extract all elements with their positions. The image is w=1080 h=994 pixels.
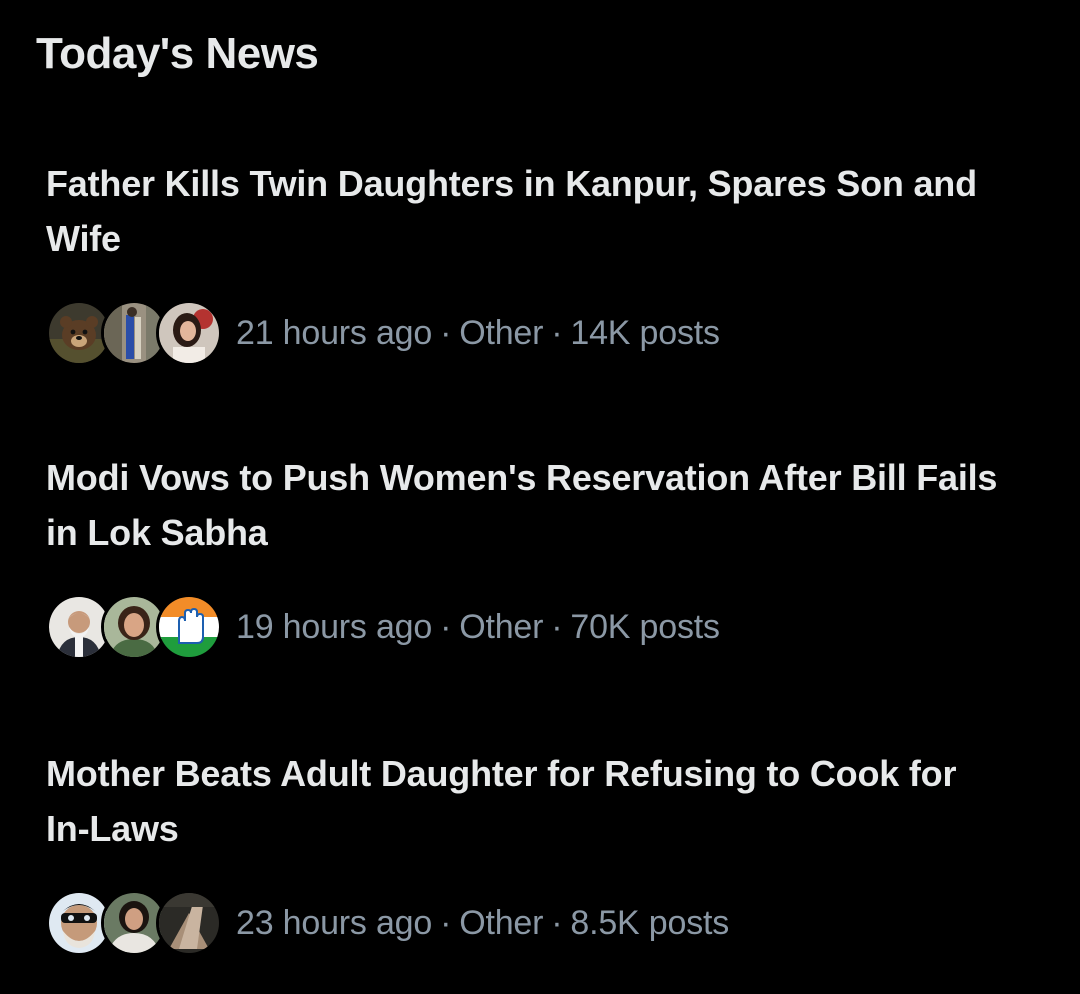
separator: · xyxy=(440,313,452,352)
post-count: 8.5K posts xyxy=(570,903,730,942)
time-ago: 21 hours ago xyxy=(236,313,433,352)
hand-logo-avatar xyxy=(156,594,222,660)
news-item[interactable]: Modi Vows to Push Women's Reservation Af… xyxy=(46,450,1006,660)
news-meta: 23 hours ago · Other · 8.5K posts xyxy=(46,890,1006,956)
news-meta-text: 19 hours ago · Other · 70K posts xyxy=(236,608,720,647)
separator: · xyxy=(551,607,563,646)
separator: · xyxy=(551,903,563,942)
section-title: Today's News xyxy=(36,29,319,78)
category: Other xyxy=(459,313,544,352)
woman-avatar xyxy=(156,300,222,366)
separator: · xyxy=(440,607,452,646)
avatar-group xyxy=(46,594,222,660)
news-headline[interactable]: Mother Beats Adult Daughter for Refusing… xyxy=(46,746,1006,856)
separator: · xyxy=(440,903,452,942)
separator: · xyxy=(551,313,563,352)
time-ago: 19 hours ago xyxy=(236,607,433,646)
category: Other xyxy=(459,607,544,646)
post-count: 14K posts xyxy=(570,313,720,352)
time-ago: 23 hours ago xyxy=(236,903,433,942)
news-item[interactable]: Father Kills Twin Daughters in Kanpur, S… xyxy=(46,156,1006,366)
news-headline[interactable]: Modi Vows to Push Women's Reservation Af… xyxy=(46,450,1006,560)
news-headline[interactable]: Father Kills Twin Daughters in Kanpur, S… xyxy=(46,156,1006,266)
hand-avatar xyxy=(156,890,222,956)
news-meta: 21 hours ago · Other · 14K posts xyxy=(46,300,1006,366)
news-meta-text: 23 hours ago · Other · 8.5K posts xyxy=(236,904,729,943)
news-item[interactable]: Mother Beats Adult Daughter for Refusing… xyxy=(46,746,1006,956)
avatar-group xyxy=(46,300,222,366)
news-meta: 19 hours ago · Other · 70K posts xyxy=(46,594,1006,660)
post-count: 70K posts xyxy=(570,607,720,646)
category: Other xyxy=(459,903,544,942)
news-meta-text: 21 hours ago · Other · 14K posts xyxy=(236,314,720,353)
avatar-group xyxy=(46,890,222,956)
